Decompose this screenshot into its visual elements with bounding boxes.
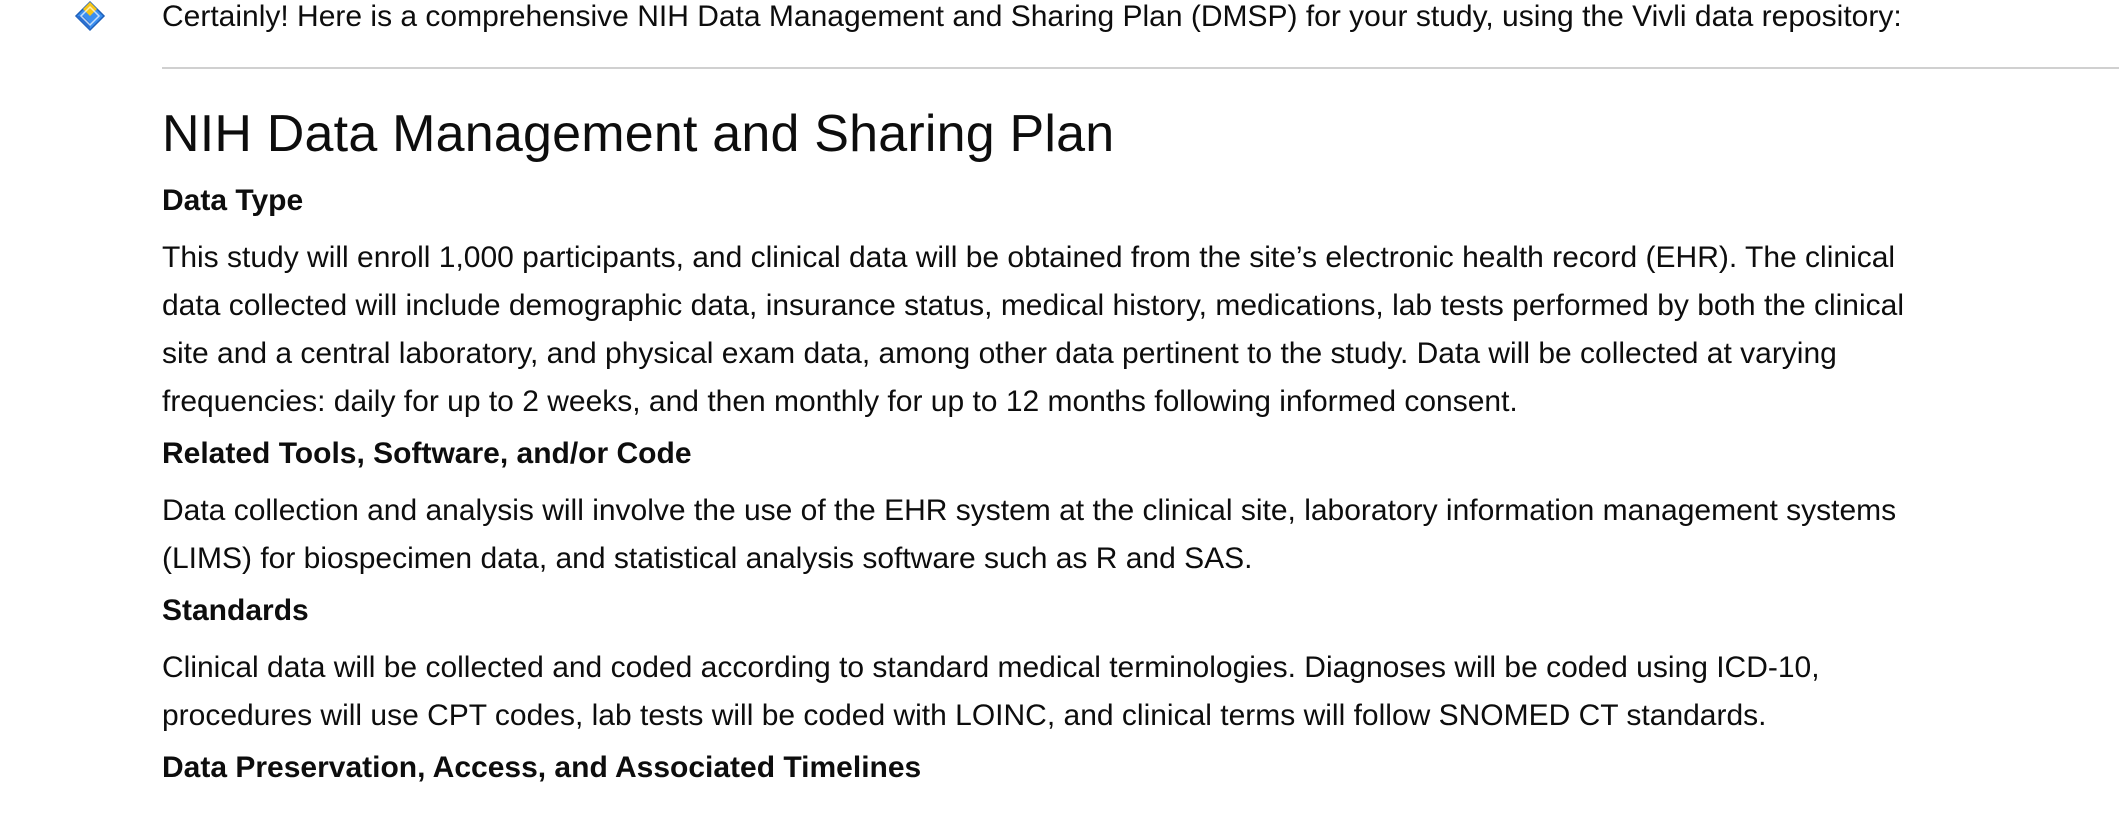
section-body-standards: Clinical data will be collected and code… — [162, 644, 2119, 740]
assistant-intro-text: Certainly! Here is a comprehensive NIH D… — [162, 0, 1902, 33]
section-heading-standards: Standards — [162, 594, 309, 627]
divider — [162, 67, 2119, 69]
paragraph-line: data collected will include demographic … — [162, 289, 1905, 322]
paragraph-line: Data collection and analysis will involv… — [162, 494, 1897, 527]
message-content: Certainly! Here is a comprehensive NIH D… — [162, 0, 2119, 788]
section-heading-related-tools: Related Tools, Software, and/or Code — [162, 437, 692, 470]
section-body-related-tools: Data collection and analysis will involv… — [162, 487, 2119, 583]
section-body-data-type: This study will enroll 1,000 participant… — [162, 234, 2119, 426]
paragraph-line: procedures will use CPT codes, lab tests… — [162, 699, 1767, 732]
paragraph-line: Clinical data will be collected and code… — [162, 651, 1820, 684]
assistant-diamond-icon — [68, 0, 112, 38]
section-heading-data-type: Data Type — [162, 184, 304, 217]
chat-response-view: Certainly! Here is a comprehensive NIH D… — [0, 0, 2119, 818]
section-heading-data-preservation: Data Preservation, Access, and Associate… — [162, 751, 922, 784]
paragraph-line: site and a central laboratory, and physi… — [162, 337, 1837, 370]
document-title: NIH Data Management and Sharing Plan — [162, 105, 1115, 163]
paragraph-line: (LIMS) for biospecimen data, and statist… — [162, 542, 1253, 575]
paragraph-line: frequencies: daily for up to 2 weeks, an… — [162, 385, 1518, 418]
paragraph-line: This study will enroll 1,000 participant… — [162, 241, 1896, 274]
